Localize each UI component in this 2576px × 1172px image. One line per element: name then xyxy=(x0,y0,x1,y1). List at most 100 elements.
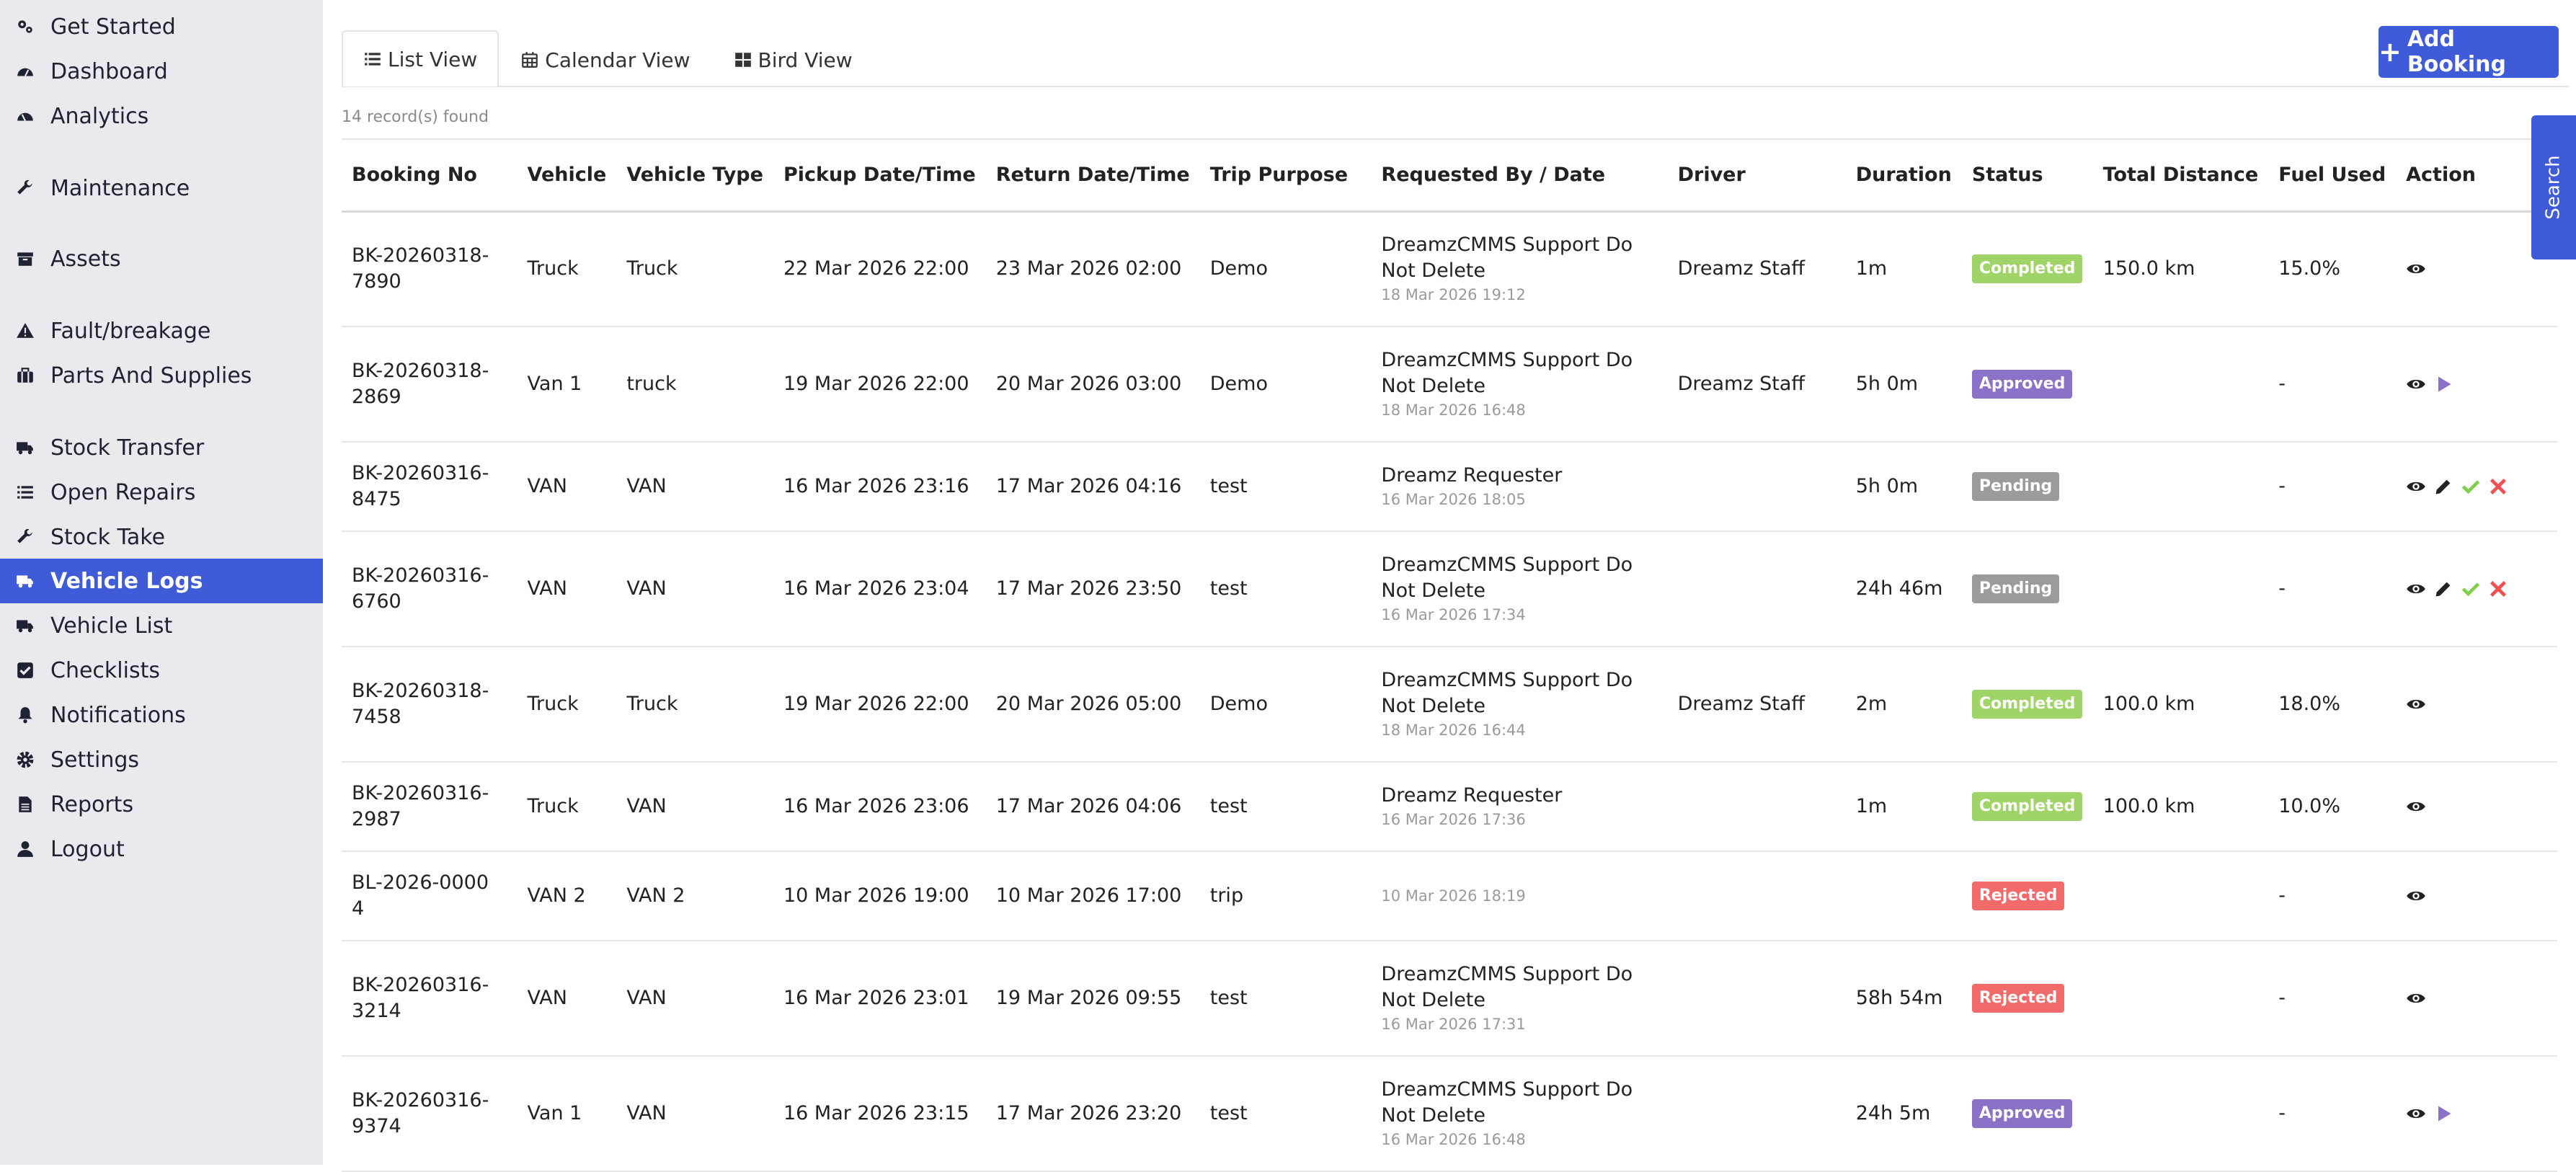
analytics-gauge-icon xyxy=(14,105,36,127)
sidebar-item-assets[interactable]: Assets xyxy=(0,236,323,281)
vehicle-type-cell: VAN 2 xyxy=(616,851,773,941)
column-header-return-date-time: Return Date/Time xyxy=(985,138,1200,213)
table-row[interactable]: BK-20260318-7458 Truck Truck 19 Mar 2026 22… xyxy=(342,647,2557,763)
sidebar-item-dashboard[interactable]: Dashboard xyxy=(0,49,323,94)
total-distance-cell xyxy=(2092,851,2269,941)
bookings-table: Booking No Vehicle Vehicle Type Pickup Date… xyxy=(342,138,2557,1172)
plus-icon: + xyxy=(2379,36,2402,68)
sidebar-item-fault-breakage[interactable]: Fault/breakage xyxy=(0,308,323,353)
reject-button[interactable] xyxy=(2488,579,2508,599)
tab-calendar-view[interactable]: Calendar View xyxy=(499,32,711,86)
grid-icon xyxy=(734,53,751,67)
action-group xyxy=(2406,796,2547,817)
sidebar-item-vehicle-logs[interactable]: Vehicle Logs xyxy=(0,559,323,603)
sidebar-item-logout[interactable]: Logout xyxy=(0,827,323,871)
view-button[interactable] xyxy=(2406,579,2426,599)
booking-no: BK-20260318-7890 xyxy=(352,244,489,293)
sidebar-item-maintenance[interactable]: Maintenance xyxy=(0,166,323,210)
table-row[interactable]: BK-20260316-6760 VAN VAN 16 Mar 2026 23:04 1… xyxy=(342,531,2557,647)
trip-purpose-cell: test xyxy=(1199,442,1372,532)
driver-cell: Dreamz Staff xyxy=(1667,327,1846,443)
reject-button[interactable] xyxy=(2488,476,2508,497)
list-icon xyxy=(14,481,36,503)
driver-cell xyxy=(1667,762,1846,852)
sidebar-item-reports[interactable]: Reports xyxy=(0,782,323,827)
view-button[interactable] xyxy=(2406,259,2426,279)
edit-button[interactable] xyxy=(2433,579,2453,599)
action-group xyxy=(2406,374,2547,394)
status-cell: Completed xyxy=(1961,647,2093,763)
requested-date: 18 Mar 2026 16:48 xyxy=(1381,401,1526,419)
start-trip-button[interactable] xyxy=(2433,1104,2453,1124)
table-row[interactable]: BK-20260316-3214 VAN VAN 16 Mar 2026 23:01 1… xyxy=(342,941,2557,1057)
sidebar-item-vehicle-list[interactable]: Vehicle List xyxy=(0,603,323,648)
view-button[interactable] xyxy=(2406,476,2426,497)
return-datetime-cell: 17 Mar 2026 23:50 xyxy=(985,531,1200,647)
sidebar-item-label: Notifications xyxy=(50,702,186,728)
sidebar-item-open-repairs[interactable]: Open Repairs xyxy=(0,470,323,515)
status-badge: Rejected xyxy=(1971,984,2065,1013)
trip-purpose-cell: Demo xyxy=(1199,647,1372,763)
booking-no: BK-20260316-3214 xyxy=(352,974,489,1022)
start-trip-button[interactable] xyxy=(2433,374,2453,394)
table-row[interactable]: BL-2026-00004 VAN 2 VAN 2 10 Mar 2026 19:00… xyxy=(342,851,2557,941)
requested-date: 16 Mar 2026 18:05 xyxy=(1381,491,1526,508)
requested-by-cell: 10 Mar 2026 18:19 xyxy=(1371,851,1668,941)
user-icon xyxy=(14,838,36,860)
status-cell: Pending xyxy=(1961,531,2093,647)
view-button[interactable] xyxy=(2406,694,2426,714)
sidebar-item-label: Checklists xyxy=(50,657,160,683)
view-button[interactable] xyxy=(2406,988,2426,1008)
sidebar-item-analytics[interactable]: Analytics xyxy=(0,94,323,138)
search-side-tab[interactable]: Search xyxy=(2531,115,2576,259)
vehicle-cell: Truck xyxy=(517,211,617,327)
trip-purpose-cell: test xyxy=(1199,941,1372,1057)
vehicle-type-cell: Truck xyxy=(616,647,773,763)
edit-button[interactable] xyxy=(2433,476,2453,497)
action-group xyxy=(2406,886,2547,906)
status-badge: Completed xyxy=(1971,254,2083,284)
sidebar-item-stock-transfer[interactable]: Stock Transfer xyxy=(0,425,323,470)
add-booking-button[interactable]: + Add Booking xyxy=(2379,26,2559,78)
dashboard-gauge-icon xyxy=(14,61,36,82)
requested-by-cell: DreamzCMMS Support Do Not Delete 18 Mar 2… xyxy=(1371,647,1668,763)
sidebar-item-stock-take[interactable]: Stock Take xyxy=(0,515,323,559)
table-row[interactable]: BK-20260318-2869 Van 1 truck 19 Mar 2026 22… xyxy=(342,327,2557,443)
gears-icon xyxy=(14,16,36,37)
view-button[interactable] xyxy=(2406,374,2426,394)
approve-button[interactable] xyxy=(2461,579,2481,599)
duration-cell: 24h 46m xyxy=(1845,531,1962,647)
booking-no-cell: BK-20260318-2869 xyxy=(342,327,518,443)
sidebar-item-label: Open Repairs xyxy=(50,479,196,505)
sidebar-item-notifications[interactable]: Notifications xyxy=(0,693,323,737)
sidebar-item-get-started[interactable]: Get Started xyxy=(0,4,323,49)
booking-no-cell: BK-20260318-7458 xyxy=(342,647,518,763)
view-button[interactable] xyxy=(2406,796,2426,817)
pickup-datetime-cell: 16 Mar 2026 23:15 xyxy=(773,1056,986,1172)
view-button[interactable] xyxy=(2406,886,2426,906)
table-row[interactable]: BK-20260316-9374 Van 1 VAN 16 Mar 2026 23:1… xyxy=(342,1056,2557,1172)
approve-button[interactable] xyxy=(2461,476,2481,497)
sidebar-item-settings[interactable]: Settings xyxy=(0,737,323,782)
tab-bird-view[interactable]: Bird View xyxy=(712,32,874,86)
bell-icon xyxy=(14,704,36,726)
vehicle-type-cell: truck xyxy=(616,327,773,443)
sidebar-item-parts-and-supplies[interactable]: Parts And Supplies xyxy=(0,353,323,398)
view-button[interactable] xyxy=(2406,1104,2426,1124)
table-row[interactable]: BK-20260316-2987 Truck VAN 16 Mar 2026 23:0… xyxy=(342,762,2557,852)
booking-no-cell: BK-20260316-6760 xyxy=(342,531,518,647)
requested-by-name: DreamzCMMS Support Do Not Delete xyxy=(1381,669,1633,717)
sidebar-item-checklists[interactable]: Checklists xyxy=(0,648,323,693)
vehicle-type-cell: VAN xyxy=(616,941,773,1057)
eye-icon xyxy=(2407,481,2425,492)
check-icon xyxy=(2462,582,2480,597)
column-header-requested-by-date: Requested By / Date xyxy=(1371,138,1668,213)
tab-list-view[interactable]: List View xyxy=(342,30,499,86)
sidebar: Get Started Dashboard Analytics Maintenance… xyxy=(0,0,323,1165)
requested-by-cell: DreamzCMMS Support Do Not Delete 16 Mar 2… xyxy=(1371,941,1668,1057)
table-row[interactable]: BK-20260316-8475 VAN VAN 16 Mar 2026 23:16 1… xyxy=(342,442,2557,532)
gear-icon xyxy=(14,749,36,771)
total-distance-cell xyxy=(2092,1056,2269,1172)
table-row[interactable]: BK-20260318-7890 Truck Truck 22 Mar 2026 22… xyxy=(342,211,2557,327)
requested-date: 10 Mar 2026 18:19 xyxy=(1381,887,1526,905)
